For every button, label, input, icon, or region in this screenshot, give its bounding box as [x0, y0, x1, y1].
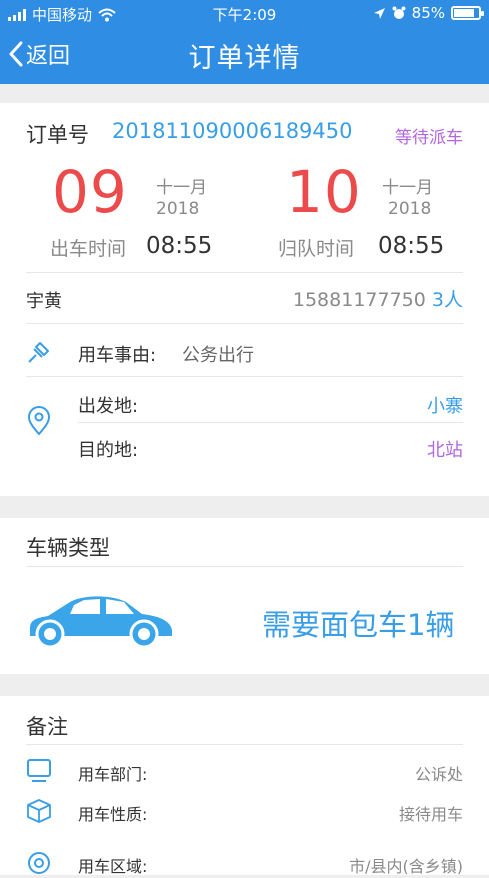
remark-row-department: 用车部门: 公诉处 [26, 758, 463, 786]
nav-bar: 返回 订单详情 [0, 30, 489, 80]
remark-value: 接待用车 [398, 805, 463, 824]
return-month: 十一月 [382, 178, 433, 198]
remarks-card: 备注 用车部门: 公诉处 用车性质: 接待用车 用车区域: 市/县内(含乡镇) [0, 696, 489, 878]
divider [26, 323, 463, 324]
remark-label: 用车性质: [78, 805, 148, 824]
remarks-section-title: 备注 [26, 715, 68, 739]
depart-year: 2018 [156, 199, 200, 219]
remark-row-area: 用车区域: 市/县内(含乡镇) [26, 850, 463, 878]
car-icon [30, 596, 172, 649]
divider [26, 566, 463, 567]
depart-month: 十一月 [156, 178, 207, 198]
battery-icon [451, 6, 484, 20]
depart-time: 08:55 [146, 233, 213, 259]
return-time: 08:55 [378, 233, 445, 259]
return-year: 2018 [388, 199, 432, 219]
remark-row-nature: 用车性质: 接待用车 [26, 798, 463, 826]
depart-day: 09 [52, 158, 128, 226]
vehicle-request: 需要面包车1辆 [262, 608, 455, 642]
vehicle-card: 车辆类型 需要面包车1辆 [0, 518, 489, 674]
order-number-row: 订单号 201811090006189450 等待派车 [26, 117, 463, 148]
destination-value: 北站 [427, 440, 463, 461]
reason-value: 公务出行 [182, 345, 254, 366]
destination-row: 目的地: 北站 [78, 434, 463, 462]
reason-row: 用车事由: 公务出行 [26, 337, 463, 367]
remark-label: 用车区域: [78, 857, 148, 876]
order-status-badge: 等待派车 [395, 128, 463, 148]
order-number: 201811090006189450 [112, 119, 353, 143]
depart-time-label: 出车时间 [50, 238, 127, 260]
status-bar: 中国移动 下午2:09 85% [0, 0, 489, 28]
destination-label: 目的地: [78, 440, 139, 461]
vehicle-section-title: 车辆类型 [26, 536, 110, 560]
location-arrow-icon [373, 7, 385, 19]
divider [26, 376, 463, 377]
remark-value: 市/县内(含乡镇) [349, 857, 463, 876]
contact-name: 宇黄 [26, 291, 62, 312]
origin-value: 小寨 [427, 396, 463, 417]
origin-label: 出发地: [78, 396, 139, 417]
monitor-icon [27, 759, 51, 782]
order-number-label: 订单号 [26, 123, 89, 147]
pin-icon [28, 342, 49, 363]
location-pin-icon [27, 406, 51, 436]
page-title: 订单详情 [188, 43, 301, 74]
order-card: 订单号 201811090006189450 等待派车 09 十一月 2018 … [0, 103, 489, 496]
alarm-icon [392, 6, 406, 19]
divider [26, 272, 463, 273]
reason-label: 用车事由: [78, 345, 157, 366]
battery-percent: 85% [411, 4, 445, 22]
remark-value: 公诉处 [414, 765, 463, 784]
divider [26, 744, 463, 745]
app-header: 中国移动 下午2:09 85% 返回 订单详情 [0, 0, 489, 84]
return-day: 10 [286, 158, 362, 226]
contact-phone[interactable]: 15881177750 [293, 289, 426, 311]
contact-row: 宇黄 15881177750 3人 [26, 285, 463, 313]
area-icon [28, 852, 50, 874]
people-count: 3人 [431, 289, 463, 311]
box-icon [27, 799, 51, 823]
remark-label: 用车部门: [78, 765, 148, 784]
return-time-label: 归队时间 [278, 238, 355, 260]
divider [78, 422, 463, 423]
origin-row: 出发地: 小寨 [78, 390, 463, 418]
